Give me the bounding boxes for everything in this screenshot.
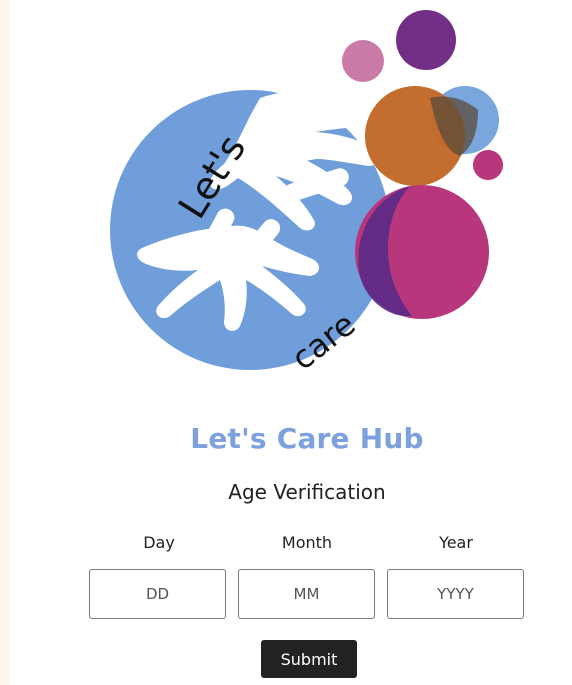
year-input[interactable] bbox=[387, 569, 524, 619]
logo-purple-circle bbox=[396, 10, 456, 70]
logo-pink-circle bbox=[342, 40, 384, 82]
month-input[interactable] bbox=[238, 569, 375, 619]
page-subtitle: Age Verification bbox=[228, 480, 386, 504]
lets-care-logo: Let's care bbox=[110, 10, 503, 378]
logo-small-magenta-circle bbox=[473, 150, 503, 180]
day-label: Day bbox=[143, 533, 175, 552]
submit-button[interactable]: Submit bbox=[261, 640, 357, 678]
month-label: Month bbox=[281, 533, 333, 552]
day-input[interactable] bbox=[89, 569, 226, 619]
page-title: Let's Care Hub bbox=[190, 422, 424, 455]
page-card: Let's care Let's Care Hub Age Verificati… bbox=[10, 0, 572, 685]
year-label: Year bbox=[439, 533, 473, 552]
